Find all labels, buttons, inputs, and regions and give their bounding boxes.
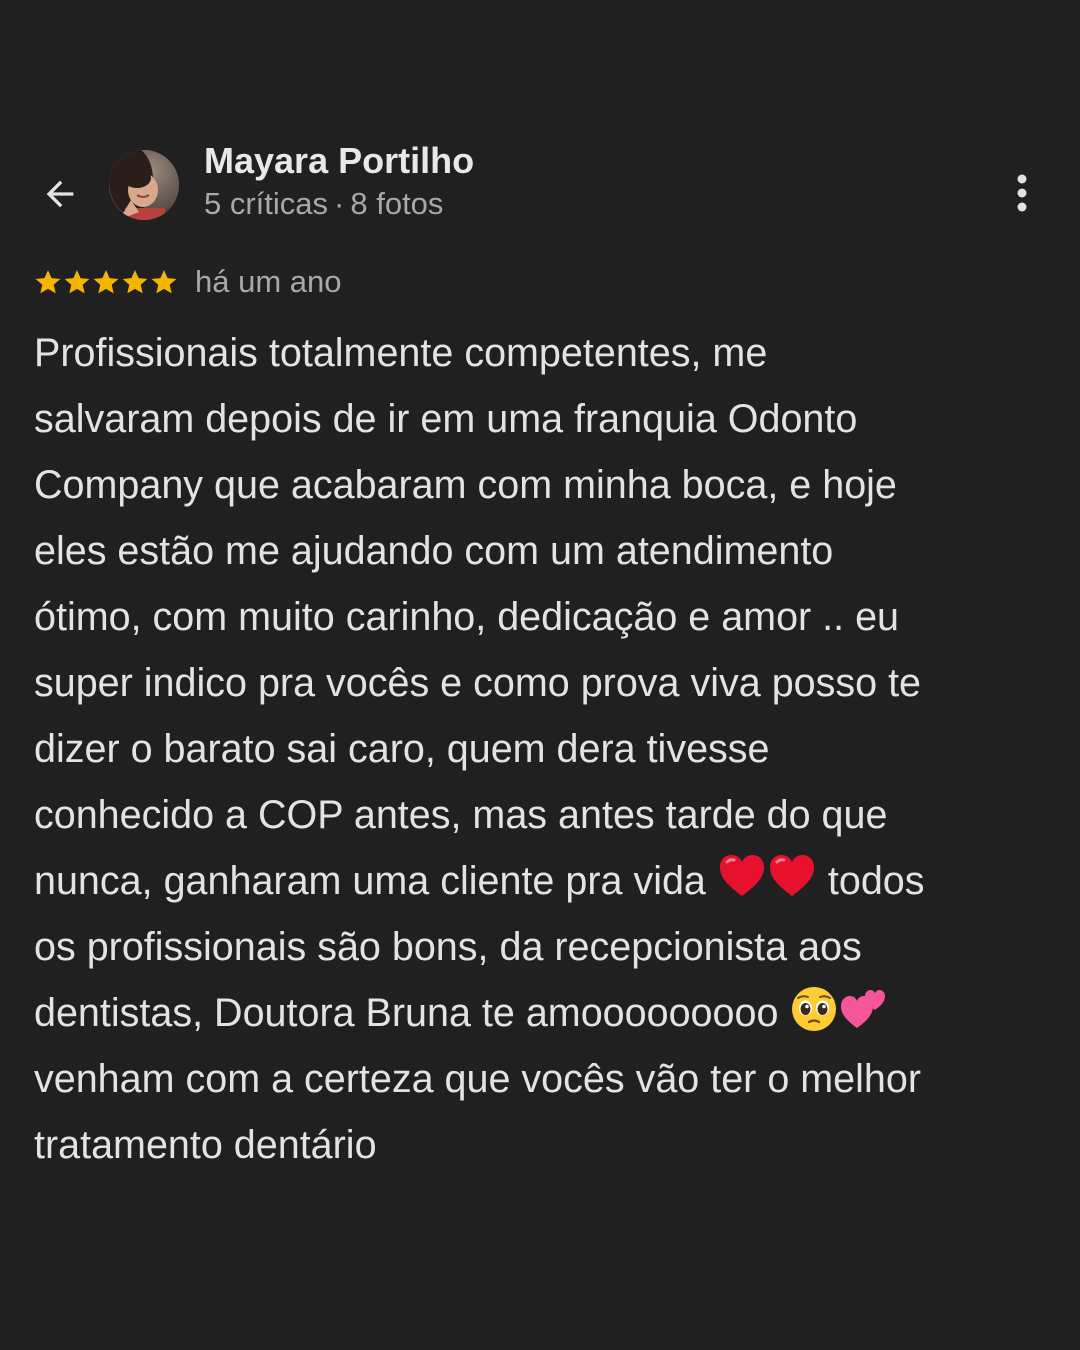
star-icon	[122, 270, 148, 294]
review-line: salvaram depois de ir em uma franquia Od…	[34, 397, 858, 441]
review-line-text: dentistas, Doutora Bruna te amooooooooo	[34, 991, 779, 1035]
review-line: conhecido a COP antes, mas antes tarde d…	[34, 793, 888, 837]
more-options-button[interactable]	[1002, 170, 1042, 216]
red-heart-icon	[769, 855, 814, 896]
review-text: Profissionais totalmente competentes, me…	[34, 320, 1044, 1178]
review-line: dentistas, Doutora Bruna te amooooooooo	[34, 980, 1044, 1046]
rating-row: há um ano	[34, 262, 342, 302]
review-line: tratamento dentário	[34, 1123, 377, 1167]
star-icon	[35, 270, 61, 294]
review-time: há um ano	[195, 264, 342, 299]
stats-separator: ·	[334, 186, 345, 221]
reviews-count: 5 críticas	[204, 186, 329, 221]
review-line: os profissionais são bons, da recepcioni…	[34, 925, 862, 969]
back-button[interactable]	[34, 168, 86, 220]
review-header: Mayara Portilho 5 críticas · 8 fotos	[0, 140, 1080, 240]
arrow-back-icon	[46, 180, 74, 208]
review-line-text: nunca, ganharam uma cliente pra vida	[34, 859, 706, 903]
review-line: Company que acabaram com minha boca, e h…	[34, 463, 897, 507]
red-heart-icon	[719, 855, 764, 896]
review-line: super indico pra vocês e como prova viva…	[34, 661, 922, 705]
avatar[interactable]	[109, 150, 179, 220]
more-vertical-icon	[1017, 174, 1027, 212]
review-line: eles estão me ajudando com um atendiment…	[34, 529, 834, 573]
star-icon	[151, 270, 177, 294]
pleading-face-icon	[792, 987, 837, 1031]
star-rating	[34, 268, 178, 296]
review-line: ótimo, com muito carinho, dedicação e am…	[34, 595, 900, 639]
review-line-text: todos	[827, 859, 925, 903]
review-line: Profissionais totalmente competentes, me	[34, 331, 768, 375]
review-line: nunca, ganharam uma cliente pra vida tod…	[34, 848, 1044, 914]
reviewer-name[interactable]: Mayara Portilho	[204, 140, 474, 182]
two-hearts-icon	[841, 990, 886, 1028]
avatar-photo	[109, 150, 179, 220]
star-icon	[64, 270, 90, 294]
reviewer-stats: 5 críticas · 8 fotos	[204, 186, 443, 222]
review-line: venham com a certeza que vocês vão ter o…	[34, 1057, 921, 1101]
review-line: dizer o barato sai caro, quem dera tives…	[34, 727, 770, 771]
star-icon	[93, 270, 119, 294]
photos-count: 8 fotos	[350, 186, 444, 221]
